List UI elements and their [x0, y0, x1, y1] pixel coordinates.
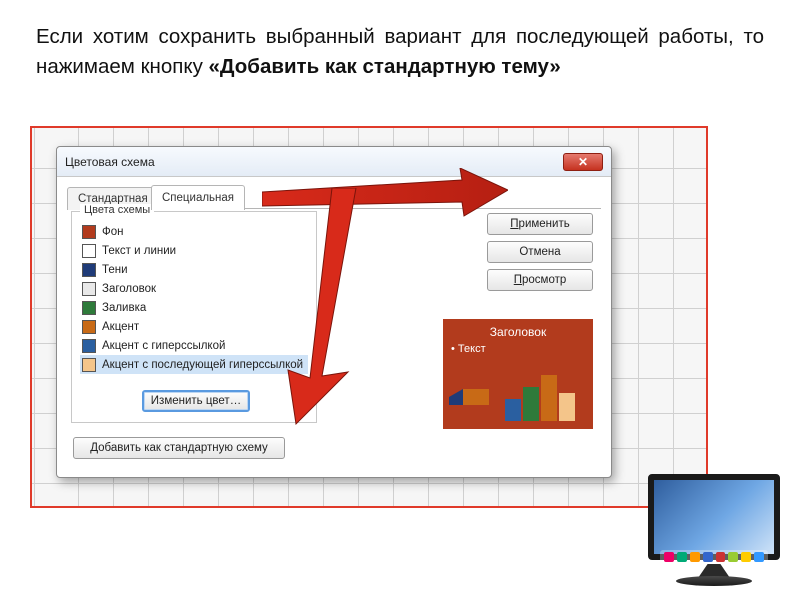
close-button[interactable]: ✕ [563, 153, 603, 171]
close-icon: ✕ [578, 155, 588, 169]
apply-button[interactable]: Применить [487, 213, 593, 235]
color-label: Тени [102, 264, 128, 276]
tab-body: Цвета схемы Фон Текст и линии Тени [67, 209, 601, 467]
swatch-icon [82, 225, 96, 239]
monitor-base [676, 576, 752, 586]
color-label: Акцент [102, 321, 139, 333]
dialog-titlebar: Цветовая схема ✕ [57, 147, 611, 177]
color-row-text-lines[interactable]: Текст и линии [80, 241, 308, 260]
color-scheme-dialog: Цветовая схема ✕ Стандартная Специальная… [56, 146, 612, 478]
swatch-icon [82, 339, 96, 353]
dialog-title: Цветовая схема [65, 155, 155, 169]
headline: Если хотим сохранить выбранный вариант д… [30, 22, 770, 81]
tab-special[interactable]: Специальная [151, 185, 245, 210]
color-label: Акцент с гиперссылкой [102, 340, 225, 352]
color-row-title[interactable]: Заголовок [80, 279, 308, 298]
swatch-icon [82, 358, 96, 372]
color-row-accent-hyperlink[interactable]: Акцент с гиперссылкой [80, 336, 308, 355]
color-row-accent-followed-hyperlink[interactable]: Акцент с последующей гиперссылкой [80, 355, 308, 374]
headline-bold: «Добавить как стандартную тему» [209, 55, 561, 78]
add-standard-theme-button[interactable]: Добавить как стандартную схему [73, 437, 285, 459]
slide: Если хотим сохранить выбранный вариант д… [0, 0, 800, 600]
preview-pane: Заголовок • Текст [443, 319, 593, 429]
preview-label: Просмотр [514, 274, 567, 286]
color-list: Фон Текст и линии Тени Заголовок [80, 222, 308, 374]
swatch-icon [82, 244, 96, 258]
preview-title: Заголовок [451, 325, 585, 339]
preview-bullet: • Текст [451, 343, 585, 355]
color-row-fill[interactable]: Заливка [80, 298, 308, 317]
scheme-colors-label: Цвета схемы [80, 204, 154, 216]
add-theme-label: Добавить как стандартную схему [90, 442, 268, 454]
scheme-colors-group: Цвета схемы Фон Текст и линии Тени [71, 211, 317, 423]
swatch-icon [82, 320, 96, 334]
cancel-button[interactable]: Отмена [487, 241, 593, 263]
screenshot-frame: Цветовая схема ✕ Стандартная Специальная… [30, 126, 708, 508]
color-label: Заливка [102, 302, 146, 314]
preview-button[interactable]: Просмотр [487, 269, 593, 291]
monitor-graphic [642, 474, 786, 594]
swatch-icon [82, 263, 96, 277]
color-row-accent[interactable]: Акцент [80, 317, 308, 336]
color-row-shadows[interactable]: Тени [80, 260, 308, 279]
swatch-icon [82, 301, 96, 315]
color-label: Акцент с последующей гиперссылкой [102, 359, 303, 371]
monitor-screen [648, 474, 780, 560]
preview-chart-icon [449, 367, 587, 423]
dialog-side-buttons: Применить Отмена Просмотр [487, 213, 593, 291]
color-row-background[interactable]: Фон [80, 222, 308, 241]
change-color-button[interactable]: Изменить цвет… [142, 390, 250, 412]
apply-label: Применить [510, 218, 569, 230]
tab-special-label: Специальная [162, 192, 234, 204]
change-color-label: Изменить цвет… [151, 395, 241, 407]
monitor-dock [660, 550, 768, 564]
color-label: Текст и линии [102, 245, 176, 257]
swatch-icon [82, 282, 96, 296]
cancel-label: Отмена [519, 246, 560, 258]
color-label: Заголовок [102, 283, 156, 295]
color-label: Фон [102, 226, 124, 238]
